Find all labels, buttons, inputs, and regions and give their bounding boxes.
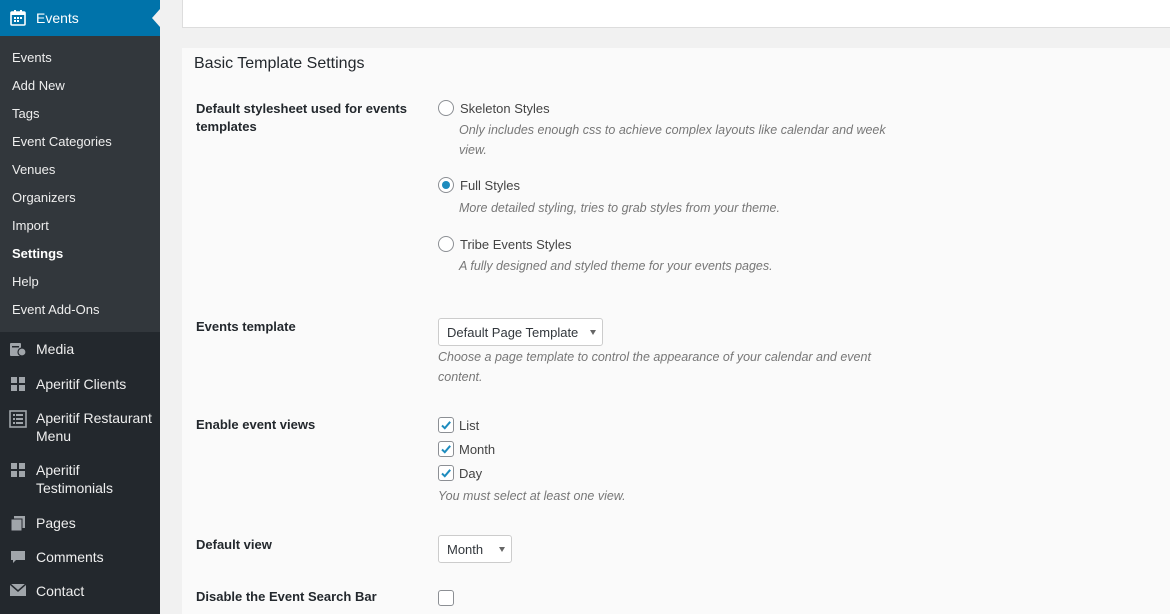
pages-icon [0,514,36,531]
checkbox-disable-search-bar-input[interactable] [438,590,454,606]
checkbox-month-view-label: Month [459,441,496,457]
submenu-item-events[interactable]: Events [0,43,160,71]
admin-sidebar: Events Events Add New Tags Event Categor… [0,0,160,614]
checkmark-icon [441,469,451,478]
stylesheet-label: Default stylesheet used for events templ… [196,101,407,134]
events-template-label: Events template [196,319,296,334]
radio-full-styles[interactable]: Full Styles [438,177,520,193]
radio-full-styles-input[interactable] [438,177,454,193]
search-bar-label: Disable the Event Search Bar [196,589,377,604]
event-views-label: Enable event views [196,417,316,432]
submenu-item-event-categories[interactable]: Event Categories [0,127,160,155]
checkbox-month-view[interactable]: Month [438,441,495,457]
radio-skeleton-styles-input[interactable] [438,100,454,116]
menu-item-comments-label: Comments [36,549,104,565]
full-styles-desc: More detailed styling, tries to grab sty… [459,201,780,215]
calendar-icon [0,9,36,27]
menu-item-aperitif-restaurant-menu-label: Aperitif Restaurant Menu [36,410,152,444]
skeleton-styles-desc: Only includes enough css to achieve comp… [459,123,886,157]
comments-icon [0,548,36,565]
menu-item-aperitif-clients[interactable]: Aperitif Clients [0,375,160,393]
radio-skeleton-styles[interactable]: Skeleton Styles [438,100,550,116]
submenu-item-event-add-ons[interactable]: Event Add-Ons [0,296,160,324]
submenu-item-import[interactable]: Import [0,212,160,240]
submenu-item-venues[interactable]: Venues [0,155,160,183]
menu-item-aperitif-restaurant-menu[interactable]: Aperitif Restaurant Menu [0,409,160,445]
menu-item-aperitif-testimonials[interactable]: Aperitif Testimonials [0,461,160,497]
checkbox-day-view-input[interactable] [438,465,454,481]
submenu-item-help[interactable]: Help [0,268,160,296]
menu-item-media[interactable]: Media [0,340,160,359]
section-title: Basic Template Settings [194,55,365,72]
checkbox-day-view[interactable]: Day [438,465,482,481]
menu-item-comments[interactable]: Comments [0,548,160,566]
menu-item-media-label: Media [36,341,75,357]
menu-item-aperitif-clients-label: Aperitif Clients [36,376,127,392]
current-menu-arrow [152,9,160,27]
radio-tribe-events-styles-label: Tribe Events Styles [460,236,572,252]
checkbox-list-view[interactable]: List [438,417,479,433]
event-views-desc: You must select at least one view. [438,489,626,503]
submenu-item-add-new[interactable]: Add New [0,71,160,99]
events-template-value: Default Page Template [447,324,579,340]
chevron-down-icon [590,330,596,335]
checkmark-icon [441,445,451,454]
radio-tribe-events-styles[interactable]: Tribe Events Styles [438,236,572,252]
menu-item-aperitif-testimonials-label: Aperitif Testimonials [36,462,114,496]
chevron-down-icon [499,547,505,552]
checkbox-day-view-label: Day [459,465,483,481]
submenu-item-tags[interactable]: Tags [0,99,160,127]
checkbox-list-view-label: List [459,417,480,433]
menu-item-events[interactable]: Events [0,0,160,36]
default-view-label: Default view [196,537,272,552]
checkmark-icon [441,421,451,430]
submenu-item-settings[interactable]: Settings [0,240,160,268]
radio-skeleton-styles-label: Skeleton Styles [460,100,550,116]
list-icon [0,409,36,428]
mail-icon [0,582,36,597]
radio-full-styles-label: Full Styles [460,177,520,193]
grid-icon [0,461,36,478]
menu-item-contact[interactable]: Contact [0,582,160,600]
menu-item-contact-label: Contact [36,583,85,599]
grid-icon [0,375,36,392]
radio-tribe-events-styles-input[interactable] [438,236,454,252]
checkbox-month-view-input[interactable] [438,441,454,457]
checkbox-disable-search-bar[interactable] [438,590,459,606]
section-heading: Basic Template Settings [182,48,1170,79]
menu-item-events-label: Events [36,10,79,26]
events-submenu: Events Add New Tags Event Categories Ven… [0,36,160,332]
menu-item-pages[interactable]: Pages [0,514,160,532]
previous-settings-box [182,0,1170,28]
submenu-item-organizers[interactable]: Organizers [0,183,160,211]
checkbox-list-view-input[interactable] [438,417,454,433]
default-view-value: Month [447,541,484,557]
tribe-events-styles-desc: A fully designed and styled theme for yo… [459,259,773,273]
default-view-select[interactable]: Month [438,535,512,563]
events-template-desc: Choose a page template to control the ap… [438,350,871,384]
media-icon [0,340,36,359]
menu-item-pages-label: Pages [36,515,76,531]
events-template-select[interactable]: Default Page Template [438,318,603,346]
